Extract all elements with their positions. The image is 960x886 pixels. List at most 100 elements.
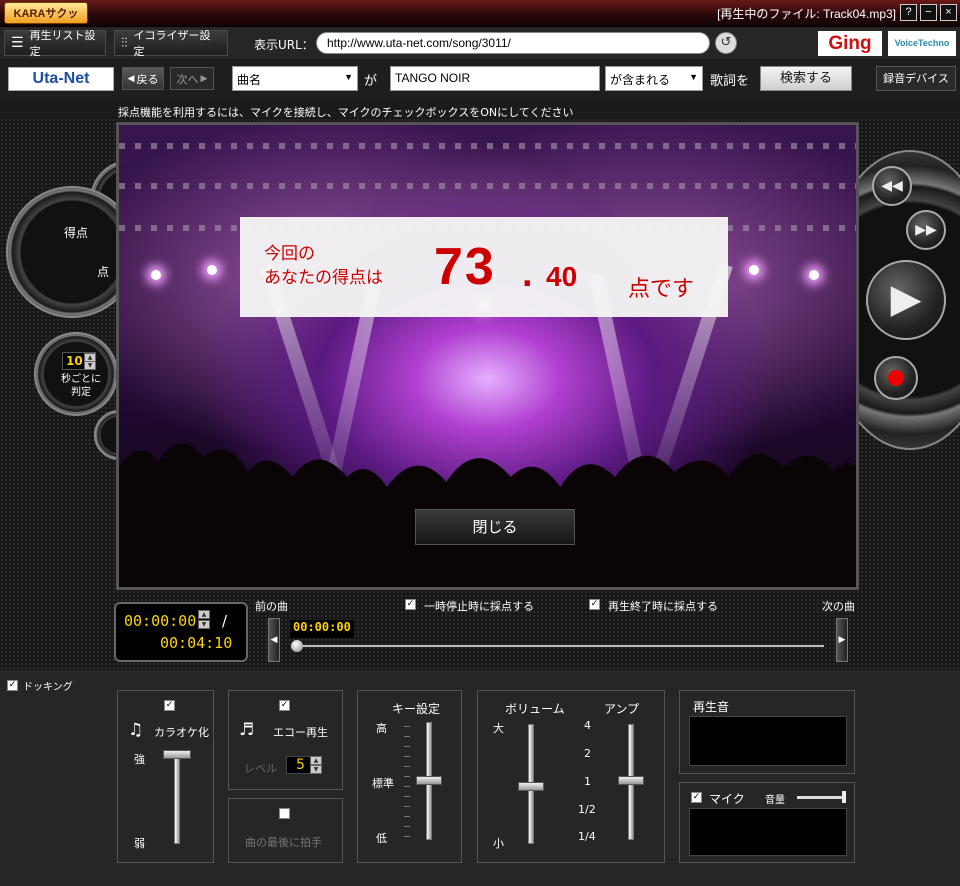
seek-time: 00:00:00 (290, 620, 354, 638)
minimize-button[interactable]: − (920, 4, 937, 21)
prev-arrow-icon: ◀ (270, 635, 278, 645)
time-separator: / (222, 612, 228, 630)
prev-track-label: 前の曲 (255, 600, 288, 613)
voicetechno-logo[interactable]: VoiceTechno (888, 31, 956, 56)
docking-label: ドッキング (23, 682, 73, 693)
close-score-button[interactable]: 閉じる (415, 509, 575, 545)
music-note-icon: ♫ (128, 720, 144, 740)
url-go-icon[interactable]: ↺ (715, 32, 737, 54)
fast-forward-icon: ▶▶ (915, 222, 937, 238)
karaoke-checkbox[interactable]: ✓ (164, 700, 175, 711)
mic-level-meter (689, 808, 847, 856)
echo-level-up-icon[interactable]: ▲ (310, 756, 322, 765)
echo-level-label: レベル (244, 762, 277, 775)
url-input[interactable]: http://www.uta-net.com/song/3011/ (316, 32, 710, 54)
key-slider-thumb[interactable] (416, 776, 442, 785)
mic-checkbox[interactable]: ✓ (691, 792, 702, 803)
now-playing-file: [再生中のファイル: Track04.mp3] (717, 7, 896, 21)
url-label: 表示URL： (254, 38, 314, 52)
record-icon (888, 370, 904, 386)
key-title: キー設定 (392, 702, 441, 716)
amp-tick-label: 2 (584, 747, 591, 760)
next-track-label: 次の曲 (822, 600, 855, 613)
lyrics-label: 歌詞を (710, 74, 750, 89)
applause-checkbox[interactable] (279, 808, 290, 819)
score-integer: 73 (434, 238, 496, 296)
search-query-input[interactable]: TANGO NOIR (390, 66, 600, 91)
score-text-line1: 今回の (264, 244, 315, 264)
docking-checkbox[interactable]: ✓ (7, 680, 18, 691)
mic-volume-slider[interactable] (797, 796, 843, 799)
record-button[interactable] (874, 356, 918, 400)
karaoke-slider-thumb[interactable] (163, 750, 191, 759)
rewind-icon: ◀◀ (881, 178, 903, 194)
amp-tick-label: 1/4 (578, 830, 596, 843)
echo-level-down-icon[interactable]: ▼ (310, 765, 322, 774)
time-up-icon[interactable]: ▲ (198, 610, 210, 619)
amp-title: アンプ (604, 702, 640, 716)
chevron-down-icon: ▼ (344, 72, 353, 82)
karaoke-label: カラオケ化 (154, 726, 209, 739)
key-high-label: 高 (376, 722, 387, 735)
total-time: 00:04:10 (160, 634, 233, 652)
prev-track-button[interactable]: ◀ (268, 618, 280, 662)
stage-light (809, 270, 819, 280)
mic-volume-thumb[interactable] (842, 791, 846, 803)
play-icon: ▶ (890, 276, 922, 322)
play-button[interactable]: ▶ (866, 260, 946, 340)
score-on-end-label: 再生終了時に採点する (608, 600, 718, 613)
interval-value: 10 (66, 354, 83, 368)
stage-truss (119, 183, 856, 189)
time-down-icon[interactable]: ▼ (198, 620, 210, 629)
equalizer-settings-button[interactable]: ⫶⫶ イコライザー設定 (114, 29, 228, 58)
interval-down-icon[interactable]: ▼ (84, 361, 96, 370)
strong-label: 強 (134, 753, 145, 766)
close-window-button[interactable]: × (940, 4, 957, 21)
forward-button[interactable]: 次へ ▶ (170, 67, 214, 90)
next-track-button[interactable]: ▶ (836, 618, 848, 662)
interval-label: 秒ごとに判定 (61, 374, 101, 398)
score-dial-label: 得点 (64, 226, 89, 240)
echo-level-value: 5 (296, 757, 305, 773)
score-on-end-checkbox[interactable]: ✓ (589, 599, 600, 610)
fast-forward-button[interactable]: ▶▶ (906, 210, 946, 250)
karaoke-slider-track[interactable] (174, 752, 180, 844)
ga-label: が (364, 74, 378, 89)
search-field-select[interactable]: 曲名 ▼ (232, 66, 358, 91)
crowd-silhouette (119, 443, 856, 587)
playback-sound-title: 再生音 (693, 700, 730, 714)
seek-thumb[interactable] (291, 640, 303, 652)
rewind-button[interactable]: ◀◀ (872, 166, 912, 206)
playlist-settings-button[interactable]: ☰ 再生リスト設定 (4, 29, 106, 58)
match-mode-select[interactable]: が含まれる ▼ (605, 66, 703, 91)
stage-light (207, 265, 217, 275)
amp-tick-label: 4 (584, 719, 591, 732)
score-unit: 点です (628, 277, 695, 302)
equalizer-icon: ⫶⫶ (121, 35, 128, 51)
echo-checkbox[interactable]: ✓ (279, 700, 290, 711)
search-button[interactable]: 検索する (760, 66, 852, 91)
score-result-panel: 今回の あなたの得点は 73 . 40 点です (240, 217, 728, 317)
ging-logo[interactable]: Ging (818, 31, 882, 56)
stage-light (749, 265, 759, 275)
stage-truss (119, 143, 856, 149)
score-dial-unit: 点 (97, 265, 110, 279)
utanet-logo[interactable]: Uta-Net (8, 67, 114, 91)
current-time[interactable]: 00:00:00 (124, 612, 196, 630)
recording-device-button[interactable]: 録音デバイス (876, 66, 956, 91)
amp-slider-thumb[interactable] (618, 776, 644, 785)
help-button[interactable]: ? (900, 4, 917, 21)
seek-bar[interactable] (292, 645, 824, 647)
time-display (114, 602, 248, 662)
chevron-down-icon: ▼ (689, 72, 698, 82)
playlist-settings-label: 再生リスト設定 (29, 29, 96, 58)
back-button[interactable]: ◀ 戻る (122, 67, 164, 90)
score-decimal-point: . (522, 253, 533, 295)
volume-small-label: 小 (493, 837, 504, 850)
amp-tick-label: 1 (584, 775, 591, 788)
app-logo: KARAサクッ (4, 2, 88, 24)
list-icon: ☰ (11, 35, 24, 51)
mic-volume-label: 音量 (765, 795, 785, 806)
score-on-pause-checkbox[interactable]: ✓ (405, 599, 416, 610)
volume-slider-thumb[interactable] (518, 782, 544, 791)
